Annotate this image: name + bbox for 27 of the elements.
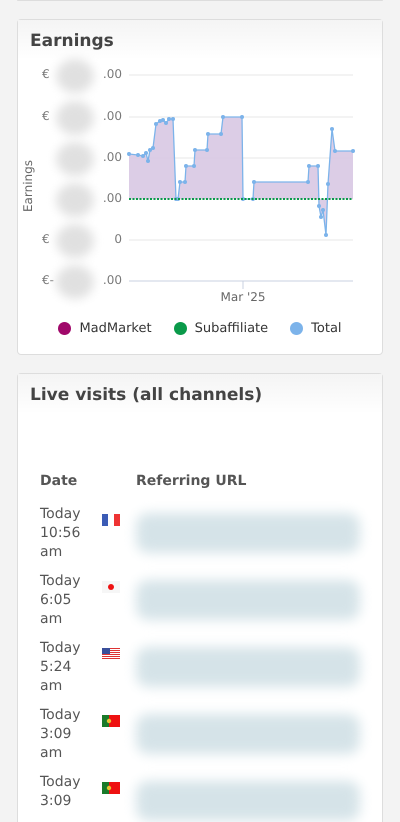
column-header: Date	[40, 473, 78, 489]
axis-label: .00	[102, 273, 122, 287]
flag-icon	[102, 648, 120, 660]
axis-label: .00	[102, 67, 122, 81]
table-cell-text: Today 3:09 am	[40, 706, 82, 763]
flag-icon	[102, 715, 120, 727]
legend-label[interactable]: MadMarket	[79, 321, 152, 336]
axis-label: €	[42, 109, 50, 123]
axis-label: €	[42, 67, 50, 81]
flag-icon	[102, 782, 120, 794]
table-cell-text: Today 10:56 am	[40, 505, 82, 562]
axis-label: €-	[42, 273, 54, 287]
axis-label: 0	[114, 232, 122, 246]
axis-label: .00	[102, 150, 122, 164]
axis-label: €	[42, 232, 50, 246]
table-cell-text: Today 5:24 am	[40, 639, 82, 696]
table-cell-text: Today 6:05 am	[40, 572, 82, 629]
axis-label: .00	[102, 109, 122, 123]
axis-title: Earnings	[21, 160, 35, 212]
column-header: Referring URL	[136, 473, 248, 489]
flag-icon	[102, 581, 120, 593]
legend-label[interactable]: Subaffiliate	[194, 321, 268, 336]
legend-label[interactable]: Total	[311, 321, 342, 336]
axis-label: .00	[102, 191, 122, 205]
axis-label: Mar '25	[220, 290, 266, 304]
table-cell-text: Today 3:09	[40, 773, 82, 811]
flag-icon	[102, 514, 120, 526]
